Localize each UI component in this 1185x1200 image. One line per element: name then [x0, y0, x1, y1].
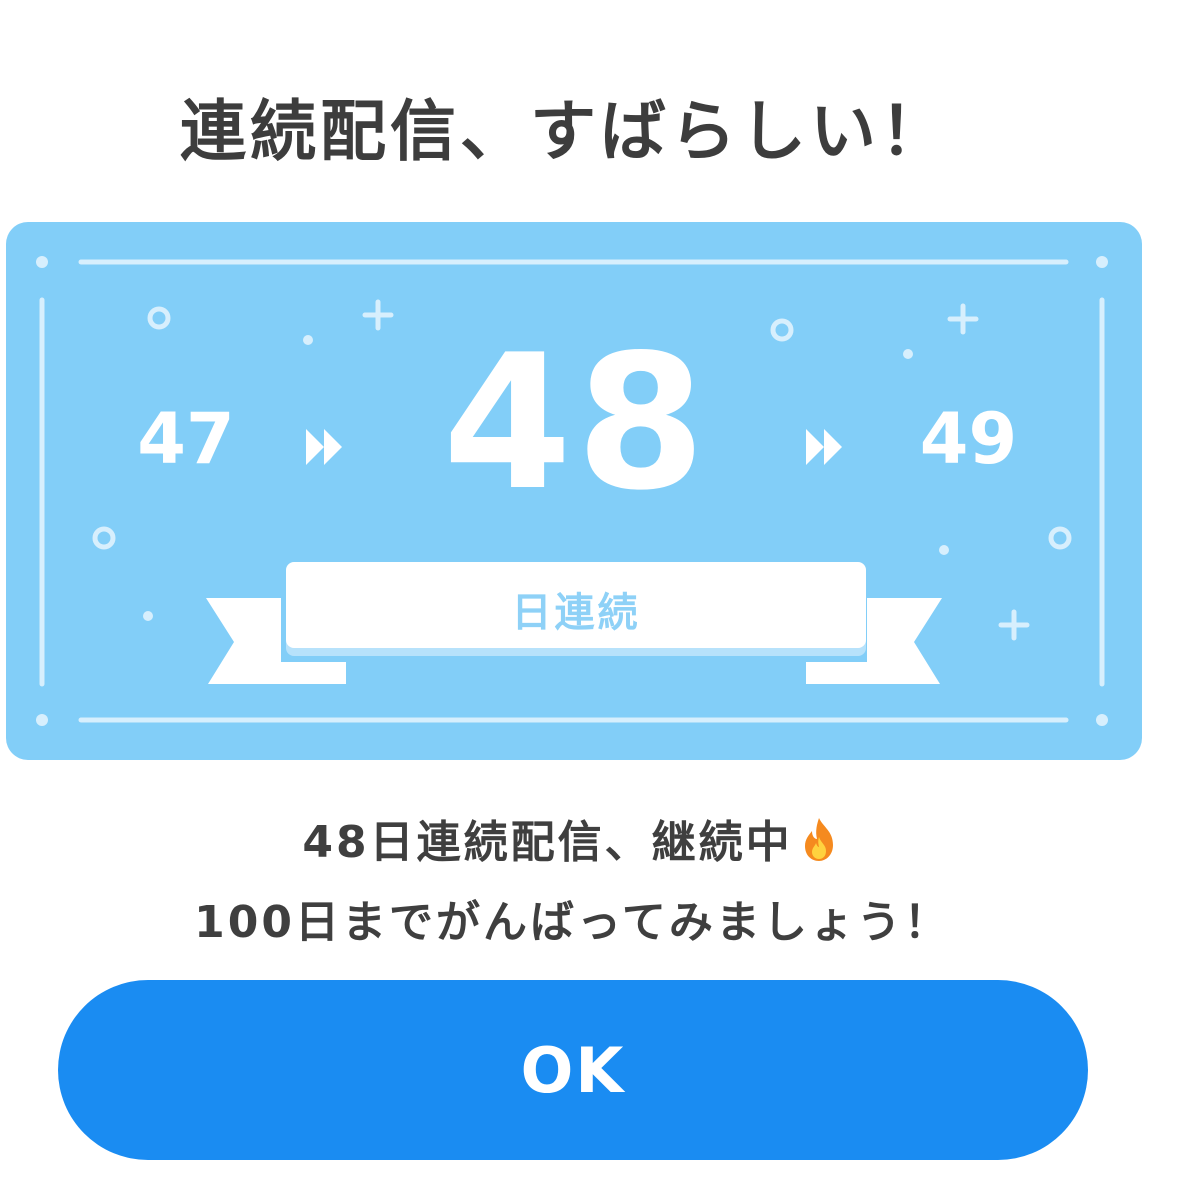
double-chevron-right-icon: [306, 429, 342, 465]
dialog-title: 連続配信、すばらしい！: [180, 93, 950, 170]
streak-current-day: 48: [442, 314, 710, 531]
streak-previous-day: 47: [137, 398, 235, 480]
fire-icon: [804, 818, 833, 861]
streak-next-day: 49: [919, 398, 1018, 480]
streak-ribbon: 日連続: [286, 562, 866, 648]
streak-label: 日連続: [511, 590, 641, 636]
double-chevron-right-icon: [806, 429, 842, 465]
streak-message-text: 48日連続配信、継続中: [302, 817, 793, 868]
streak-message-line2: 100日までがんばってみましょう！: [194, 897, 951, 948]
streak-message-line1: 48日連続配信、継続中: [0, 806, 1145, 870]
streak-card: 47 48 49 日連続: [6, 222, 1142, 760]
ok-button[interactable]: OK: [58, 980, 1088, 1160]
